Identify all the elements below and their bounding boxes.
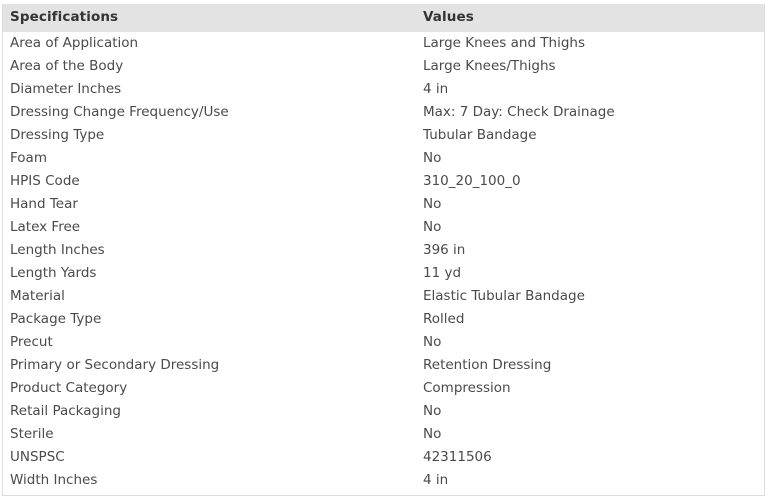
cell-value: No — [423, 219, 442, 235]
table-row: Foam No — [3, 147, 764, 170]
table-row: Length Yards 11 yd — [3, 262, 764, 285]
cell-value: Rolled — [423, 311, 465, 327]
column-header-specifications: Specifications — [10, 9, 119, 25]
cell-value: Large Knees/Thighs — [423, 58, 556, 74]
table-row: Primary or Secondary Dressing Retention D… — [3, 354, 764, 377]
table-row: Dressing Type Tubular Bandage — [3, 124, 764, 147]
cell-specification: HPIS Code — [10, 173, 80, 189]
cell-value: Large Knees and Thighs — [423, 35, 586, 51]
cell-specification: Area of Application — [10, 35, 139, 51]
table-row: Latex Free No — [3, 216, 764, 239]
cell-specification: Dressing Type — [10, 127, 105, 143]
table-row: Precut No — [3, 331, 764, 354]
table-row: Material Elastic Tubular Bandage — [3, 285, 764, 308]
cell-specification: Product Category — [10, 380, 128, 396]
cell-value: No — [423, 150, 442, 166]
table-row: Area of Application Large Knees and Thigh… — [3, 32, 764, 55]
cell-specification: UNSPSC — [10, 449, 65, 465]
cell-value: Retention Dressing — [423, 357, 552, 373]
cell-specification: Sterile — [10, 426, 54, 442]
cell-specification: Length Yards — [10, 265, 97, 281]
table-row: Dressing Change Frequency/Use Max: 7 Day:… — [3, 101, 764, 124]
cell-value: Elastic Tubular Bandage — [423, 288, 585, 304]
cell-value: 396 in — [423, 242, 466, 258]
cell-value: Compression — [423, 380, 511, 396]
cell-value: 11 yd — [423, 265, 462, 281]
table-body: Area of Application Large Knees and Thigh… — [3, 32, 764, 495]
cell-value: No — [423, 403, 442, 419]
cell-specification: Retail Packaging — [10, 403, 121, 419]
cell-specification: Diameter Inches — [10, 81, 122, 97]
cell-specification: Primary or Secondary Dressing — [10, 357, 220, 373]
cell-value: Max: 7 Day: Check Drainage — [423, 104, 615, 120]
cell-specification: Material — [10, 288, 65, 304]
cell-value: 4 in — [423, 81, 449, 97]
table-row: Hand Tear No — [3, 193, 764, 216]
cell-specification: Width Inches — [10, 472, 98, 488]
cell-specification: Package Type — [10, 311, 102, 327]
table-row: Package Type Rolled — [3, 308, 764, 331]
specifications-table: Specifications Values Area of Applicatio… — [3, 4, 764, 495]
cell-specification: Length Inches — [10, 242, 105, 258]
table-row: HPIS Code 310_20_100_0 — [3, 170, 764, 193]
cell-value: No — [423, 426, 442, 442]
cell-value: No — [423, 334, 442, 350]
table-row: Diameter Inches 4 in — [3, 78, 764, 101]
cell-value: 4 in — [423, 472, 449, 488]
cell-specification: Precut — [10, 334, 53, 350]
cell-specification: Hand Tear — [10, 196, 78, 212]
cell-specification: Latex Free — [10, 219, 81, 235]
cell-value: Tubular Bandage — [423, 127, 537, 143]
table-header-row: Specifications Values — [3, 4, 764, 32]
table-row: Product Category Compression — [3, 377, 764, 400]
cell-specification: Dressing Change Frequency/Use — [10, 104, 229, 120]
column-header-values: Values — [423, 9, 474, 25]
table-header: Specifications Values — [3, 4, 764, 32]
table-row: UNSPSC 42311506 — [3, 446, 764, 469]
cell-specification: Foam — [10, 150, 47, 166]
table-row: Retail Packaging No — [3, 400, 764, 423]
table-row: Sterile No — [3, 423, 764, 446]
specifications-panel: Specifications Values Area of Applicatio… — [2, 4, 765, 496]
table-row: Area of the Body Large Knees/Thighs — [3, 55, 764, 78]
cell-value: 42311506 — [423, 449, 492, 465]
cell-value: 310_20_100_0 — [423, 173, 521, 189]
table-row: Length Inches 396 in — [3, 239, 764, 262]
table-row: Width Inches 4 in — [3, 469, 764, 495]
cell-specification: Area of the Body — [10, 58, 124, 74]
cell-value: No — [423, 196, 442, 212]
